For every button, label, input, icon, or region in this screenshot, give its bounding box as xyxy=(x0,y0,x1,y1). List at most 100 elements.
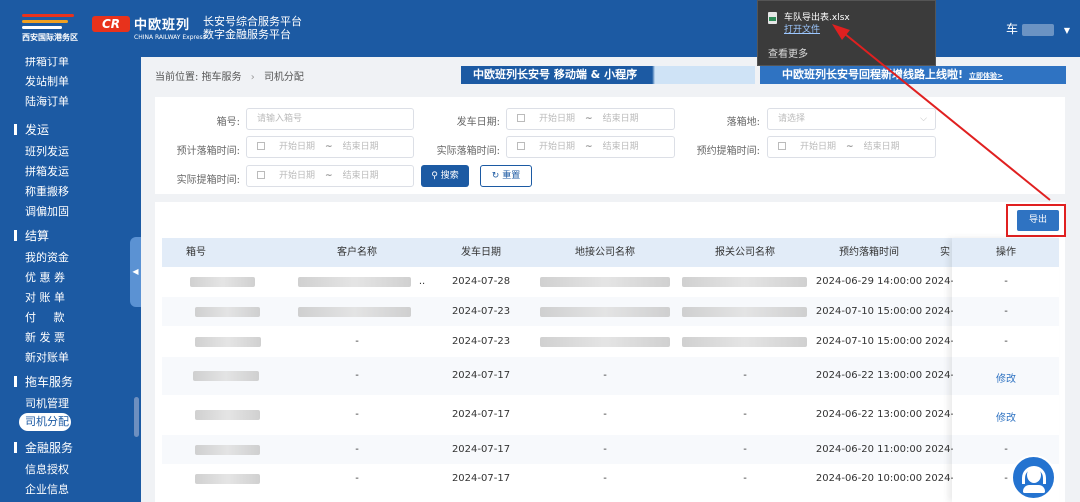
breadcrumb: 当前位置: 拖车服务 › 司机分配 xyxy=(155,72,304,83)
depart-date-cell: 2024-07-17 xyxy=(451,409,511,420)
sidebar: 拼箱订单发站制单陆海订单发运班列发运拼箱发运称重搬移调偏加固结算我的资金优 惠 … xyxy=(0,57,141,502)
est-drop-range[interactable]: 开始日期 ~ 结束日期 xyxy=(246,136,414,158)
see-more-link[interactable]: 查看更多 xyxy=(768,45,808,60)
customs-company-cell-redacted xyxy=(682,306,807,317)
user-menu[interactable]: 车 ▼ xyxy=(1006,20,1070,37)
sidebar-collapse-handle[interactable]: ◀ xyxy=(130,237,141,307)
depart-date-cell: 2024-07-17 xyxy=(451,443,511,455)
depart-date-label: 发车日期: xyxy=(456,117,500,128)
sidebar-item[interactable]: 调偏加固 xyxy=(25,203,69,219)
depart-date-range[interactable]: 开始日期 ~ 结束日期 xyxy=(506,108,675,130)
appt-pickup-range[interactable]: 开始日期 ~ 结束日期 xyxy=(767,136,936,158)
sidebar-group[interactable]: 拖车服务 xyxy=(14,373,73,390)
local-company-cell: - xyxy=(603,409,607,420)
box-no-cell-redacted xyxy=(195,410,260,420)
mobile-app-banner[interactable]: 中欧班列长安号 移动端 & 小程序 xyxy=(461,66,755,84)
sidebar-item[interactable]: 司机管理 xyxy=(25,395,69,411)
customs-company-cell: - xyxy=(743,409,747,420)
sidebar-item[interactable]: 拼箱订单 xyxy=(25,57,69,69)
appt-drop-time-cell: 2024-07-10 15:00:00 xyxy=(815,305,923,317)
column-header[interactable]: 箱号 xyxy=(156,238,236,267)
actual-time-cell: 2024- xyxy=(925,305,953,317)
actual-time-cell: 2024- xyxy=(925,473,953,484)
customs-company-cell: - xyxy=(743,473,747,484)
actual-drop-range[interactable]: 开始日期 ~ 结束日期 xyxy=(506,136,675,158)
local-company-cell: - xyxy=(603,443,607,455)
sidebar-item[interactable]: 付 款 xyxy=(25,309,64,325)
calendar-icon xyxy=(517,114,525,122)
actual-pickup-range[interactable]: 开始日期 ~ 结束日期 xyxy=(246,165,414,187)
sidebar-item[interactable]: 对 账 单 xyxy=(25,289,65,305)
sidebar-item[interactable]: 新 发 票 xyxy=(25,329,65,345)
try-now-link[interactable]: 立即体验> xyxy=(969,72,1003,80)
drop-place-select[interactable]: 请选择 ⌵ xyxy=(767,108,936,130)
sidebar-item[interactable]: 发站制单 xyxy=(25,73,69,89)
sidebar-item[interactable]: 信息授权 xyxy=(25,461,69,477)
depart-date-cell: 2024-07-17 xyxy=(451,473,511,484)
local-company-cell-redacted xyxy=(540,277,670,287)
sidebar-item[interactable]: 称重搬移 xyxy=(25,183,69,199)
calendar-icon xyxy=(257,171,265,179)
sidebar-item[interactable]: 企业信息 xyxy=(25,481,69,497)
sidebar-item[interactable]: 优 惠 券 xyxy=(25,269,65,285)
actual-time-cell: 2024- xyxy=(925,276,953,287)
depart-date-cell: 2024-07-28 xyxy=(451,276,511,287)
sidebar-item[interactable]: 拼箱发运 xyxy=(25,163,69,179)
actual-time-cell: 2024- xyxy=(925,409,953,420)
box-no-cell-redacted xyxy=(195,474,260,484)
sidebar-scrollbar[interactable] xyxy=(134,397,139,437)
sidebar-group[interactable]: 结算 xyxy=(14,227,49,244)
sidebar-item[interactable]: 陆海订单 xyxy=(25,93,69,109)
customs-company-cell-redacted xyxy=(682,336,807,347)
chevron-down-icon: ⌵ xyxy=(920,114,927,124)
customs-company-cell-redacted xyxy=(682,277,807,287)
est-drop-label: 预计落箱时间: xyxy=(176,146,240,157)
depart-date-cell: 2024-07-23 xyxy=(451,305,511,317)
sidebar-item[interactable]: 班列发运 xyxy=(25,143,69,159)
open-file-link[interactable]: 打开文件 xyxy=(784,22,820,35)
download-popup: 车队导出表.xlsx 打开文件 查看更多 xyxy=(757,0,936,66)
search-icon: ⚲ xyxy=(431,171,441,181)
chevron-right-icon: › xyxy=(250,72,255,83)
customer-cell: - xyxy=(355,409,359,420)
refresh-icon: ↻ xyxy=(491,171,503,181)
customer-cell: .. xyxy=(418,276,426,287)
box-no-cell-redacted xyxy=(195,444,260,455)
local-company-cell: - xyxy=(603,370,607,381)
sidebar-item[interactable]: 新对账单 xyxy=(25,349,69,365)
appt-drop-time-cell: 2024-06-29 14:00:00 xyxy=(815,276,923,287)
customs-company-cell: - xyxy=(743,370,747,381)
sidebar-item-active[interactable]: 司机分配 xyxy=(19,413,71,431)
actual-drop-label: 实际落箱时间: xyxy=(436,146,500,157)
column-header[interactable]: 客户名称 xyxy=(317,238,397,267)
chevron-left-icon: ◀ xyxy=(132,267,139,276)
sidebar-group[interactable]: 金融服务 xyxy=(14,439,73,456)
customer-cell: - xyxy=(355,443,359,455)
appt-drop-time-cell: 2024-07-10 15:00:00 xyxy=(815,335,923,347)
new-route-banner[interactable]: 中欧班列长安号回程新增线路上线啦! 立即体验> xyxy=(760,66,1066,84)
reset-button[interactable]: ↻ 重置 xyxy=(480,165,532,187)
export-highlight-box xyxy=(1006,204,1066,237)
sidebar-item[interactable]: 我的资金 xyxy=(25,249,69,265)
box-no-cell-redacted xyxy=(195,336,261,347)
customer-cell: - xyxy=(355,473,359,484)
calendar-icon xyxy=(778,142,786,150)
column-header[interactable]: 地接公司名称 xyxy=(565,238,645,267)
platform-title: 长安号综合服务平台 数字金融服务平台 xyxy=(203,15,302,41)
actual-time-cell: 2024- xyxy=(925,443,953,455)
depart-date-cell: 2024-07-23 xyxy=(451,335,511,347)
breadcrumb-level1[interactable]: 拖车服务 xyxy=(202,72,242,83)
customer-cell-redacted xyxy=(298,277,411,287)
sidebar-group[interactable]: 发运 xyxy=(14,121,49,138)
customer-service-button[interactable] xyxy=(1011,455,1056,500)
appt-pickup-label: 预约提箱时间: xyxy=(696,146,760,157)
column-header[interactable]: 发车日期 xyxy=(441,238,521,267)
column-header[interactable]: 报关公司名称 xyxy=(705,238,785,267)
box-no-input[interactable]: 请输入箱号 xyxy=(246,108,414,130)
search-button[interactable]: ⚲ 搜索 xyxy=(421,165,469,187)
column-header[interactable]: 预约落箱时间 xyxy=(829,238,909,267)
box-no-label: 箱号: xyxy=(216,117,240,128)
appt-drop-time-cell: 2024-06-20 10:00:00 xyxy=(815,473,923,484)
customer-cell: - xyxy=(355,335,359,347)
box-no-cell-redacted xyxy=(190,277,255,287)
